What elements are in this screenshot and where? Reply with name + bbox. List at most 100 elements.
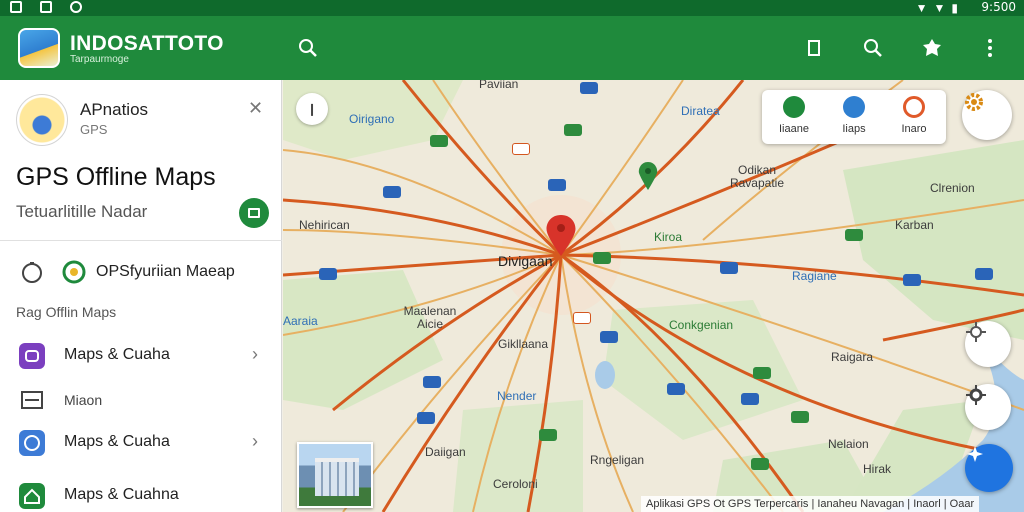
map-label: Karban: [895, 218, 934, 232]
status-bar: ▼▼▮ 9:500: [0, 0, 1024, 16]
notification-icon: [10, 1, 22, 13]
map-label: Oirigano: [349, 112, 395, 126]
route-shield: [512, 143, 530, 155]
app-title: INDOSATTOTO: [70, 32, 224, 55]
more-vert-icon[interactable]: [976, 34, 1004, 62]
settings-button[interactable]: [962, 90, 1012, 140]
divider: [0, 240, 282, 241]
route-shield: [383, 186, 401, 198]
map-label: Raigara: [831, 350, 874, 364]
chevron-right-icon: ›: [252, 431, 258, 451]
map-canvas: [283, 80, 1024, 512]
navigation-drawer: APnatios GPS ✕ GPS Offline Maps Tetuarli…: [0, 80, 282, 512]
map-label: Paviian: [479, 80, 519, 91]
route-shield: [975, 268, 993, 280]
map-label: Gikllaana: [498, 337, 549, 351]
route-shield: [573, 312, 591, 324]
puzzle-icon[interactable]: [918, 34, 946, 62]
sync-icon: [70, 1, 82, 13]
map-label: Nender: [497, 389, 537, 403]
search-icon[interactable]: [859, 34, 887, 62]
drawer-heading: GPS Offline Maps: [16, 163, 216, 191]
map-attribution: Aplikasi GPS Ot GPS Terpercaris | Ianahe…: [641, 496, 980, 512]
map-label: Nehirican: [299, 218, 350, 232]
avatar[interactable]: [16, 94, 68, 146]
map-pin-icon: [62, 260, 86, 284]
app-subtitle: Tarpaurmoge: [70, 54, 129, 65]
map-label: Aaraia: [283, 314, 318, 328]
map-label: Daiigan: [425, 445, 466, 459]
route-shield: [791, 411, 809, 423]
message-button[interactable]: [239, 198, 269, 228]
layer-label: Iiaps: [842, 123, 866, 135]
drawer-item-maps-chat[interactable]: Maps & Cuaha ›: [0, 340, 282, 372]
route-shield: [600, 331, 618, 343]
route-shield: [903, 274, 921, 286]
map-label-city: Divigaan: [498, 253, 553, 269]
route-shield: [580, 82, 598, 94]
signal-icons: ▼▼▮: [915, 1, 964, 15]
house-icon: [19, 483, 45, 509]
layer-option[interactable]: Iiaane: [766, 96, 822, 135]
map-label: Diratea: [681, 104, 720, 118]
drawer-item-label: Maps & Cuaha: [64, 346, 170, 363]
drawer-item-maps-compass[interactable]: Maps & Cuaha ›: [0, 427, 282, 459]
chevron-right-icon: ›: [252, 344, 258, 364]
route-shield: [845, 229, 863, 241]
account-subtitle: GPS: [80, 122, 108, 137]
layer-option[interactable]: Iiaps: [826, 96, 882, 135]
inbox-icon: [21, 391, 43, 409]
drawer-subheading: Tetuarlitille Nadar: [16, 202, 148, 221]
layer-option[interactable]: Inaro: [886, 96, 942, 135]
map-label: Odikan Ravapatie: [729, 163, 785, 190]
compass-icon: ❙: [306, 102, 318, 116]
route-shield: [548, 179, 566, 191]
message-icon: [248, 208, 260, 218]
drawer-item-navigation[interactable]: OPSfyuriian Maeap: [0, 257, 282, 289]
layer-icon: [783, 96, 805, 118]
image-icon: [40, 1, 52, 13]
navigate-button[interactable]: [965, 444, 1013, 492]
building-image: [315, 458, 359, 496]
map-label: Maalenan Aicie: [403, 304, 457, 331]
search-icon[interactable]: [294, 34, 322, 62]
route-shield: [539, 429, 557, 441]
route-shield: [593, 252, 611, 264]
map-label: Hirak: [863, 462, 892, 476]
gps-icon: [966, 385, 986, 405]
route-shield: [430, 135, 448, 147]
layer-icon: [843, 96, 865, 118]
map-view[interactable]: Paviian Oirigano Diratea Odikan Ravapati…: [283, 80, 1024, 512]
route-shield: [417, 412, 435, 424]
route-shield: [319, 268, 337, 280]
status-time: 9:500: [981, 0, 1016, 14]
layer-label: Iiaane: [779, 123, 809, 135]
route-shield: [741, 393, 759, 405]
route-shield: [667, 383, 685, 395]
place-photo-thumbnail[interactable]: [297, 442, 373, 508]
map-label: Ragiane: [792, 269, 837, 283]
app-root: ▼▼▮ 9:500 INDOSATTOTO Tarpaurmoge APnati…: [0, 0, 1024, 512]
map-label: Nelaion: [828, 437, 869, 451]
map-label: Conkgenian: [669, 318, 734, 332]
route-shield: [753, 367, 771, 379]
bookmark-icon[interactable]: [800, 34, 828, 62]
my-location-button[interactable]: [965, 321, 1011, 367]
map-label: Kiroa: [654, 230, 683, 244]
gear-icon: [965, 93, 983, 111]
map-layers-panel: Iiaane Iiaps Inaro: [762, 90, 946, 144]
drawer-item-maps-home[interactable]: Maps & Cuahna: [0, 480, 282, 512]
section-label: Rag Offlin Maps: [16, 304, 117, 320]
navigation-arrow-icon: [967, 446, 983, 462]
drawer-item-label: OPSfyuriian Maeap: [96, 263, 235, 280]
map-label: Clrenion: [930, 181, 975, 195]
drawer-item-label: Maps & Cuahna: [64, 486, 179, 503]
gps-button[interactable]: [965, 384, 1011, 430]
compass-button[interactable]: ❙: [296, 93, 328, 125]
compass-icon: [19, 430, 45, 456]
app-logo: [18, 28, 60, 68]
account-title: APnatios: [80, 100, 149, 119]
layer-icon: [903, 96, 925, 118]
drawer-item-miaon[interactable]: Miaon: [0, 384, 282, 416]
close-icon[interactable]: ✕: [248, 98, 263, 119]
